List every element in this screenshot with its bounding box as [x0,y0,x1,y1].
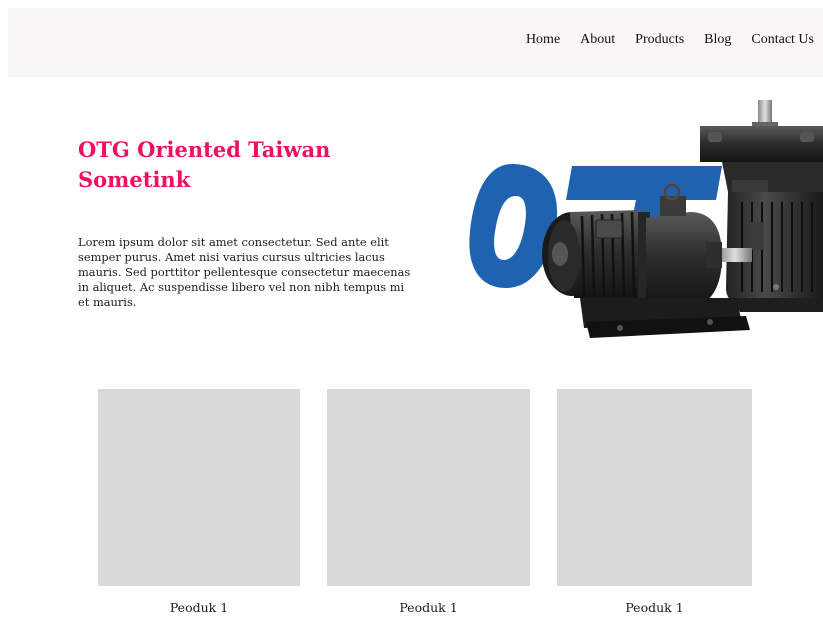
hero-product-image [460,92,823,360]
product-image-placeholder[interactable] [327,389,530,586]
nav-link-blog[interactable]: Blog [704,32,731,48]
product-card[interactable]: Peoduk 1 [98,389,300,615]
hero-description: Lorem ipsum dolor sit amet consectetur. … [78,235,411,309]
product-image-placeholder[interactable] [557,389,752,586]
hero-title: OTG Oriented Taiwan Sometink [78,137,331,192]
nav-link-contact-us[interactable]: Contact Us [751,32,814,48]
product-card[interactable]: Peoduk 1 [327,389,530,615]
navbar: Home About Products Blog Contact Us [8,8,823,77]
product-card[interactable]: Peoduk 1 [557,389,752,615]
nav-link-products[interactable]: Products [635,32,684,48]
page: Home About Products Blog Contact Us OTG … [0,0,823,642]
nav-link-about[interactable]: About [580,32,615,48]
product-image-placeholder[interactable] [98,389,300,586]
product-name[interactable]: Peoduk 1 [557,600,752,615]
product-grid: Peoduk 1 Peoduk 1 Peoduk 1 [0,389,823,642]
product-name[interactable]: Peoduk 1 [98,600,300,615]
nav-link-home[interactable]: Home [526,32,560,48]
product-name[interactable]: Peoduk 1 [327,600,530,615]
nav-menu: Home About Products Blog Contact Us [526,32,814,48]
